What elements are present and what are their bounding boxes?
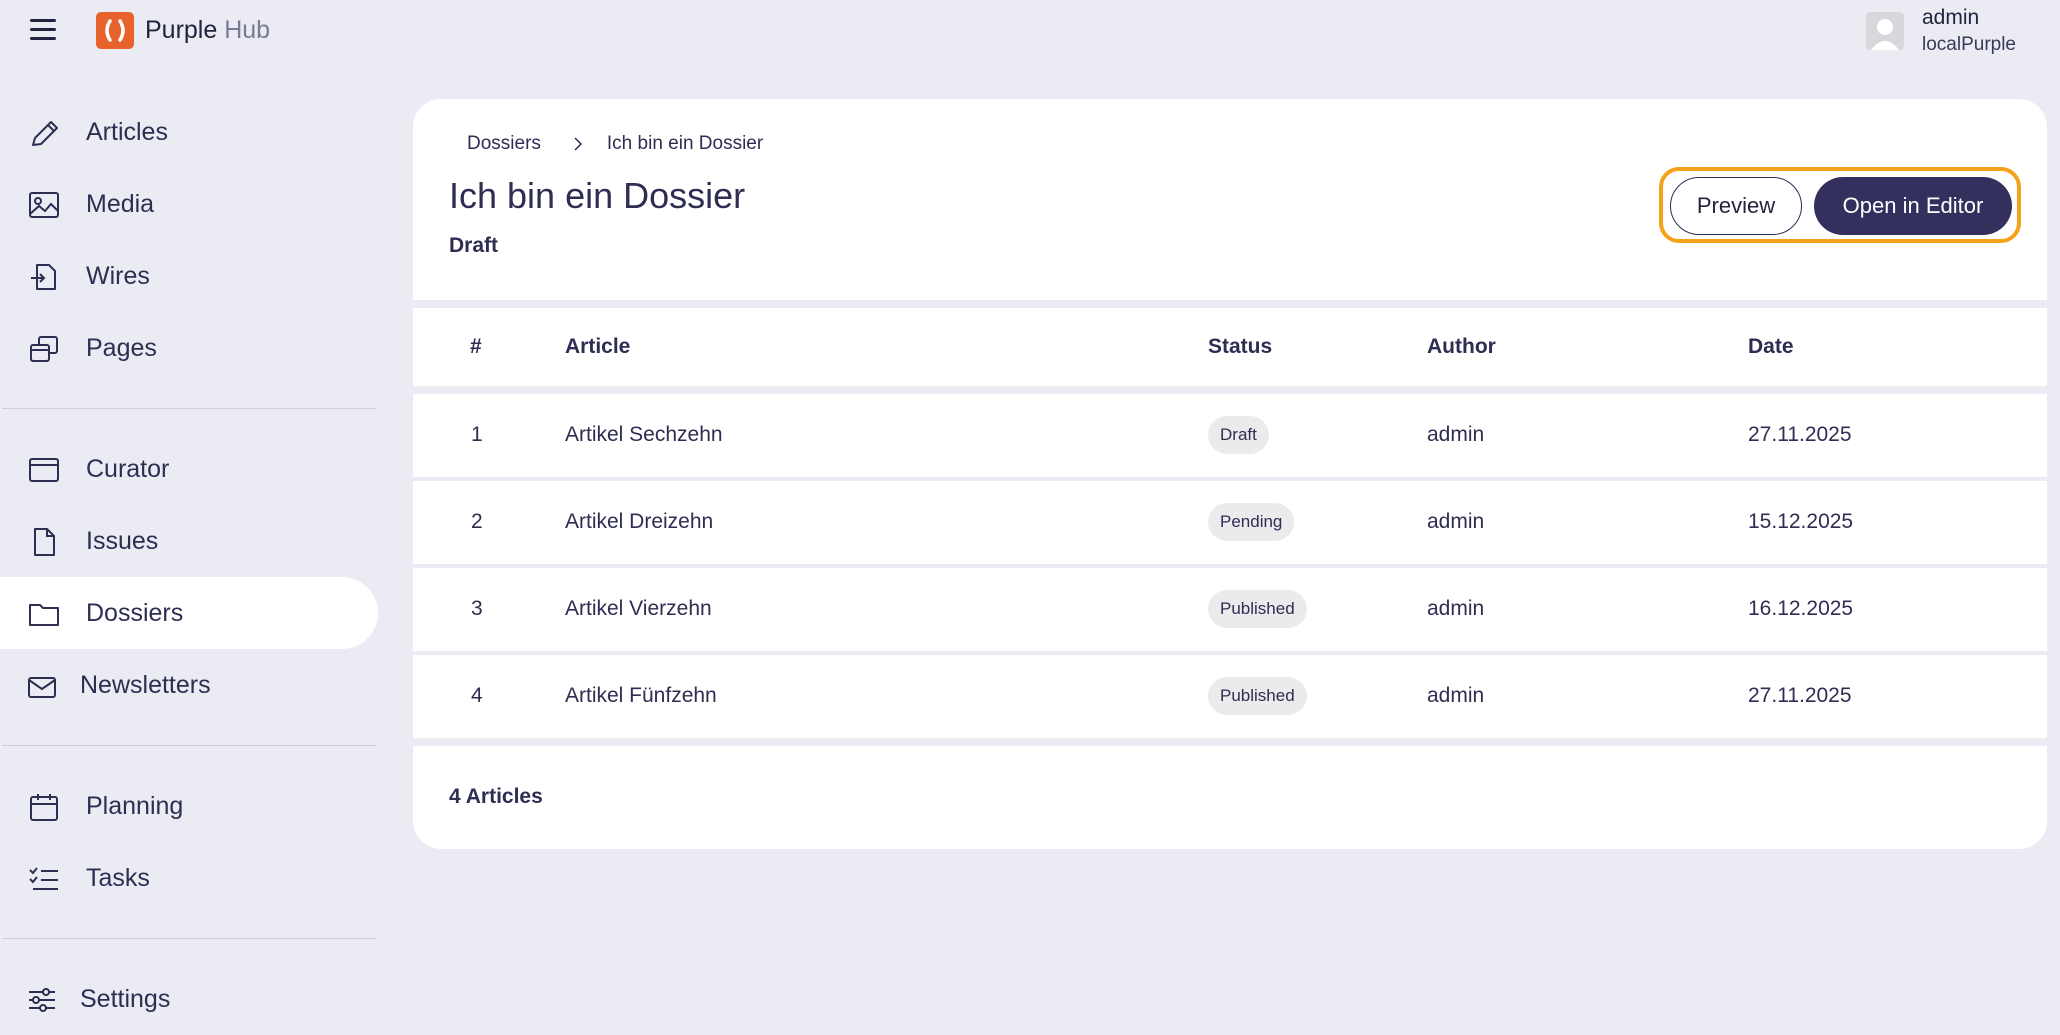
row-article[interactable]: Artikel Vierzehn — [565, 597, 712, 621]
sidebar-item-label: Issues — [86, 526, 159, 555]
row-date: 15.12.2025 — [1748, 510, 1854, 533]
action-group: Preview Open in Editor — [1659, 167, 2021, 243]
section-divider — [413, 386, 2047, 394]
user-org: localPurple — [1922, 34, 2016, 55]
row-article[interactable]: Artikel Sechzehn — [565, 423, 723, 447]
top-bar: Purple Hub admin localPurple — [0, 0, 2060, 62]
row-author: admin — [1427, 684, 1485, 707]
sidebar-item-articles[interactable]: Articles — [0, 96, 378, 168]
section-divider — [413, 738, 2047, 746]
browser-window-icon — [29, 458, 59, 482]
table-header: # Article Status Author Date — [413, 308, 2047, 386]
preview-button[interactable]: Preview — [1670, 177, 1802, 235]
column-header: # — [470, 335, 482, 358]
row-author: admin — [1427, 510, 1485, 533]
sidebar-item-label: Media — [86, 189, 155, 218]
sidebar-item-tasks[interactable]: Tasks — [0, 842, 378, 914]
table-row[interactable]: 4 Artikel Fünfzehn Published admin 27.11… — [413, 655, 2047, 738]
breadcrumb: Dossiers Ich bin ein Dossier — [467, 133, 763, 155]
brand-main: Purple — [145, 16, 218, 44]
article-count: 4 Articles — [449, 785, 543, 808]
sidebar-item-label: Tasks — [86, 863, 150, 892]
table-row[interactable]: 1 Artikel Sechzehn Draft admin 27.11.202… — [413, 394, 2047, 477]
row-author: admin — [1427, 423, 1485, 446]
sidebar-item-label: Articles — [86, 117, 168, 146]
sidebar-item-label: Curator — [86, 454, 170, 483]
menu-icon[interactable] — [30, 19, 56, 41]
row-date: 27.11.2025 — [1748, 684, 1852, 707]
brand-sub: Hub — [224, 16, 271, 44]
table-row[interactable]: 2 Artikel Dreizehn Pending admin 15.12.2… — [413, 481, 2047, 564]
column-header: Author — [1427, 335, 1496, 358]
sidebar-item-label: Settings — [80, 984, 171, 1013]
sidebar-item-planning[interactable]: Planning — [0, 770, 378, 842]
row-number: 1 — [471, 423, 483, 446]
sidebar-item-label: Dossiers — [86, 598, 184, 627]
row-number: 3 — [471, 597, 483, 620]
column-header: Article — [565, 335, 631, 358]
page-status: Draft — [449, 234, 499, 257]
sidebar-item-media[interactable]: Media — [0, 168, 378, 240]
logo-icon[interactable] — [96, 12, 134, 49]
image-icon — [29, 192, 59, 218]
calendar-icon — [30, 794, 58, 821]
sidebar-item-newsletters[interactable]: Newsletters — [0, 649, 378, 721]
sidebar-item-label: Wires — [86, 261, 150, 290]
row-date: 27.11.2025 — [1748, 423, 1852, 446]
user-menu[interactable]: admin localPurple — [1866, 6, 2016, 56]
chevron-right-icon — [574, 137, 582, 151]
pages-icon — [30, 336, 58, 362]
breadcrumb-parent[interactable]: Dossiers — [467, 133, 541, 155]
document-icon — [34, 528, 55, 556]
sidebar-divider — [2, 745, 376, 746]
breadcrumb-current: Ich bin ein Dossier — [606, 133, 764, 154]
file-import-icon — [31, 264, 56, 290]
folder-icon — [29, 604, 59, 626]
section-divider — [413, 300, 2047, 308]
row-author: admin — [1427, 597, 1485, 620]
dossier-card: Dossiers Ich bin ein Dossier Ich bin ein… — [413, 99, 2047, 849]
row-article[interactable]: Artikel Dreizehn — [565, 510, 713, 534]
sidebar-item-dossiers[interactable]: Dossiers — [0, 577, 378, 649]
sidebar-item-issues[interactable]: Issues — [0, 505, 378, 577]
sidebar-item-pages[interactable]: Pages — [0, 312, 378, 384]
sidebar-divider — [2, 408, 376, 409]
sidebar: Articles Media Wires Pages Curator Issue… — [0, 96, 378, 1035]
status-badge: Published — [1208, 590, 1307, 628]
sidebar-item-label: Pages — [86, 333, 157, 362]
row-article[interactable]: Artikel Fünfzehn — [565, 684, 717, 708]
row-number: 2 — [471, 510, 483, 533]
column-header: Status — [1208, 335, 1273, 358]
sidebar-item-curator[interactable]: Curator — [0, 433, 378, 505]
sidebar-divider — [2, 938, 376, 939]
table-row[interactable]: 3 Artikel Vierzehn Published admin 16.12… — [413, 568, 2047, 651]
brand-name[interactable]: Purple Hub — [145, 16, 270, 45]
status-badge: Published — [1208, 677, 1307, 715]
avatar[interactable] — [1866, 12, 1904, 50]
mail-icon — [28, 677, 56, 698]
status-badge: Draft — [1208, 416, 1269, 454]
sidebar-item-label: Newsletters — [80, 670, 211, 699]
open-in-editor-button[interactable]: Open in Editor — [1814, 177, 2012, 235]
page-title: Ich bin ein Dossier — [449, 175, 746, 216]
sidebar-item-settings[interactable]: Settings — [0, 963, 378, 1035]
pencil-icon — [32, 121, 58, 146]
row-date: 16.12.2025 — [1748, 597, 1854, 620]
row-number: 4 — [471, 684, 483, 707]
sidebar-item-wires[interactable]: Wires — [0, 240, 378, 312]
sliders-icon — [29, 988, 55, 1012]
user-name: admin — [1922, 6, 1980, 29]
checklist-icon — [29, 867, 58, 890]
status-badge: Pending — [1208, 503, 1295, 541]
sidebar-item-label: Planning — [86, 791, 184, 820]
column-header: Date — [1748, 335, 1794, 358]
